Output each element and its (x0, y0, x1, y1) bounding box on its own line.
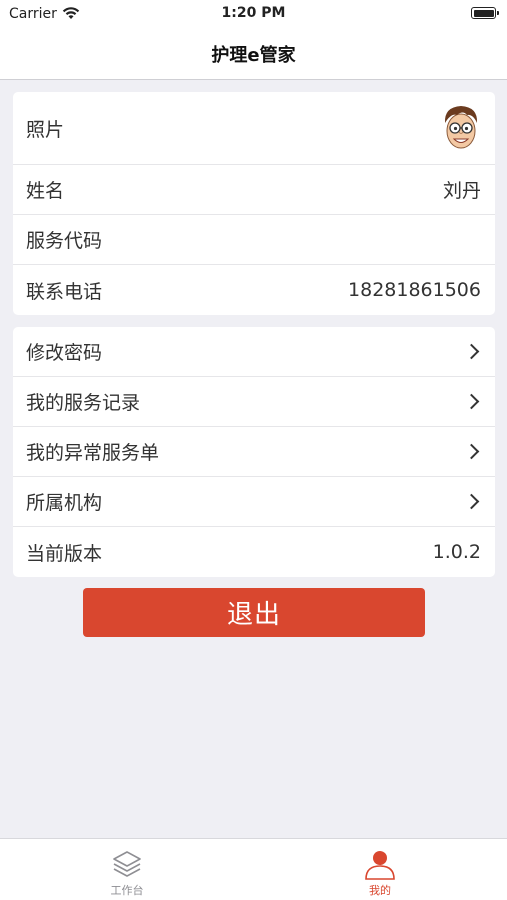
chevron-right-icon (463, 493, 480, 510)
name-row: 姓名 刘丹 (13, 165, 495, 215)
change-password-label: 修改密码 (26, 342, 103, 364)
chevron-right-icon (463, 393, 480, 410)
phone-value: 18281861506 (348, 279, 481, 301)
service-records-item[interactable]: 我的服务记录 (13, 377, 495, 427)
layers-icon (113, 851, 141, 877)
status-bar: Carrier 1:20 PM (0, 0, 507, 28)
tab-workbench[interactable]: 工作台 (57, 839, 197, 900)
battery-icon (471, 7, 499, 19)
chevron-right-icon (463, 343, 480, 360)
name-label: 姓名 (26, 180, 65, 202)
organization-item[interactable]: 所属机构 (13, 477, 495, 527)
organization-label: 所属机构 (26, 492, 103, 514)
navigation-bar: 护理e管家 (0, 28, 507, 80)
service-code-label: 服务代码 (26, 230, 103, 252)
photo-row[interactable]: 照片 (13, 92, 495, 165)
tab-bar: 工作台 我的 (0, 838, 507, 900)
profile-card: 照片 姓名 刘丹 服务代码 联系电话 18281861506 (13, 92, 495, 315)
status-time: 1:20 PM (221, 5, 286, 21)
tab-mine-label: 我的 (369, 884, 391, 897)
avatar[interactable] (439, 101, 483, 155)
abnormal-orders-label: 我的异常服务单 (26, 442, 160, 464)
photo-label: 照片 (26, 118, 65, 141)
person-icon (365, 851, 395, 880)
abnormal-orders-item[interactable]: 我的异常服务单 (13, 427, 495, 477)
version-value: 1.0.2 (432, 541, 481, 563)
phone-row: 联系电话 18281861506 (13, 265, 495, 315)
tab-mine[interactable]: 我的 (310, 839, 450, 900)
settings-card: 修改密码 我的服务记录 我的异常服务单 所属机构 当前版本 1.0.2 (13, 327, 495, 577)
tab-workbench-label: 工作台 (110, 884, 144, 897)
chevron-right-icon (463, 443, 480, 460)
service-code-row: 服务代码 (13, 215, 495, 265)
version-row: 当前版本 1.0.2 (13, 527, 495, 577)
service-records-label: 我的服务记录 (26, 392, 141, 414)
page-title: 护理e管家 (211, 44, 296, 66)
version-label: 当前版本 (26, 542, 103, 565)
change-password-item[interactable]: 修改密码 (13, 327, 495, 377)
name-value: 刘丹 (442, 180, 481, 202)
phone-label: 联系电话 (26, 280, 103, 303)
logout-button[interactable]: 退出 (83, 588, 425, 637)
